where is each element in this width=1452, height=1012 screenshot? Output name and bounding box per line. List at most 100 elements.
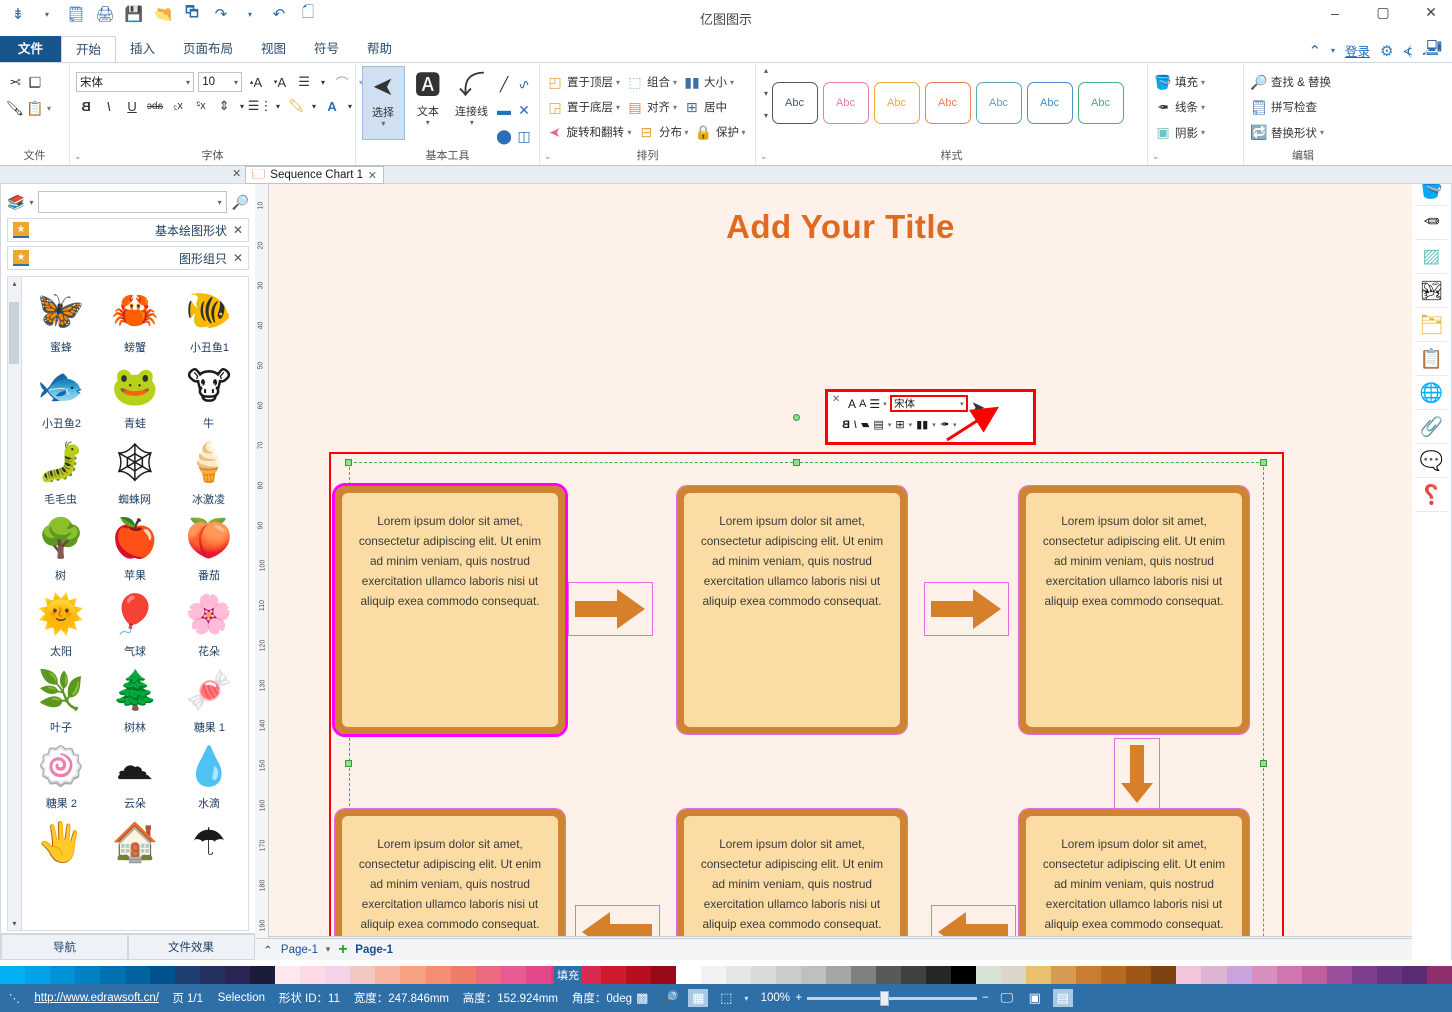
center-button[interactable]: ⊞ 居中 xyxy=(683,95,727,119)
line-style-icon[interactable]: ✏ xyxy=(1415,206,1448,240)
scroll-thumb[interactable] xyxy=(9,302,20,364)
palette-swatch[interactable] xyxy=(801,966,827,984)
palette-swatch[interactable] xyxy=(1101,966,1127,984)
connector-arrow-down[interactable] xyxy=(1114,738,1160,810)
library-close-icon[interactable]: ✕ xyxy=(233,223,243,237)
rectangle-shape-tool[interactable]: ▬ xyxy=(495,98,513,122)
symbol-item[interactable]: 🎈 气球 xyxy=(98,585,172,661)
palette-swatch[interactable] xyxy=(75,966,101,984)
page-title[interactable]: Add Your Title xyxy=(269,208,1412,246)
ribbon-collapse-icon[interactable]: ⌃ xyxy=(1308,42,1321,60)
palette-swatch[interactable] xyxy=(475,966,501,984)
underline-icon[interactable]: U xyxy=(122,96,142,116)
selection-handle[interactable] xyxy=(1260,760,1267,767)
palette-swatch[interactable] xyxy=(525,966,551,984)
palette-swatch[interactable] xyxy=(125,966,151,984)
styles-dialog-launcher[interactable]: ⌄ xyxy=(760,151,768,162)
options-gear-icon[interactable]: ⚙ xyxy=(1380,42,1393,60)
grid-button[interactable]: ▩ xyxy=(632,989,652,1007)
bold-icon[interactable]: B xyxy=(76,96,96,116)
palette-swatch[interactable] xyxy=(675,966,701,984)
library-shape-group[interactable]: ★ 图形组只 ✕ xyxy=(7,246,249,270)
open-icon[interactable]: 📂 xyxy=(153,4,173,24)
superscript-icon[interactable]: x² xyxy=(191,96,211,116)
fit-width-button[interactable]: ▦ xyxy=(688,989,709,1007)
palette-swatch[interactable] xyxy=(1401,966,1427,984)
palette-swatch[interactable] xyxy=(1376,966,1402,984)
process-card[interactable]: Lorem ipsum dolor sit amet, consectetur … xyxy=(676,485,908,735)
page-dropdown-icon[interactable]: ▾ xyxy=(326,944,331,955)
undo-dropdown-icon[interactable]: ▾ xyxy=(240,4,260,24)
text-highlight-icon[interactable]: 🖍 xyxy=(286,96,306,116)
mini-size-icon[interactable]: ▮▮ xyxy=(916,418,928,431)
palette-swatch[interactable] xyxy=(1326,966,1352,984)
save-icon[interactable]: 💾 xyxy=(124,4,144,24)
symbol-search-input[interactable]: ▾ xyxy=(38,191,227,213)
share-icon[interactable]: ⦔ xyxy=(1404,42,1412,59)
library-close-icon[interactable]: ✕ xyxy=(233,251,243,265)
connector-arrow-left[interactable] xyxy=(568,582,653,636)
connector-tool[interactable]: ⤵ 连接线 ▾ xyxy=(451,66,493,140)
drawing-page[interactable]: Add Your Title Lorem ipsum dolor sit ame… xyxy=(269,180,1412,960)
attachment-icon[interactable]: 📎 xyxy=(1415,410,1448,444)
document-tab-close-icon[interactable]: ✕ xyxy=(368,169,377,182)
symbol-item[interactable]: 🌿 叶子 xyxy=(24,661,98,737)
palette-swatch[interactable] xyxy=(1051,966,1077,984)
style-gallery[interactable]: Abc Abc Abc Abc Abc Abc Abc xyxy=(772,66,1125,140)
symbol-item[interactable]: 🐸 青蛙 xyxy=(98,357,172,433)
canvas-area[interactable]: 2902802702602502402302202102001901801701… xyxy=(255,166,1412,960)
symbol-item[interactable]: 🐟 小丑鱼2 xyxy=(24,357,98,433)
palette-swatch[interactable] xyxy=(625,966,651,984)
help-icon[interactable]: ❓ xyxy=(1415,478,1448,512)
tab-file-effects[interactable]: 文件效果 xyxy=(128,934,255,960)
align-icon[interactable]: ☰ xyxy=(294,72,314,92)
presentation-view-button[interactable]: 🖵 xyxy=(997,989,1017,1007)
ellipse-shape-tool[interactable]: ⬤ xyxy=(495,124,513,148)
align-dropdown-icon[interactable]: ▾ xyxy=(318,72,328,92)
tab-insert[interactable]: 插入 xyxy=(116,36,169,62)
page-nav-icon[interactable]: ⌃ xyxy=(263,943,273,957)
mini-bold-button[interactable]: B xyxy=(842,419,850,431)
tab-navigation[interactable]: 导航 xyxy=(1,934,128,960)
connector-arrow-left[interactable] xyxy=(924,582,1009,636)
palette-swatch[interactable] xyxy=(1426,966,1452,984)
document-tab[interactable]: 🗔 Sequence Chart 1 ✕ xyxy=(245,166,384,184)
line-shape-tool[interactable]: ╲ xyxy=(495,72,513,96)
select-tool[interactable]: ➤ 选择 ▾ xyxy=(362,66,405,140)
style-swatch-1[interactable]: Abc xyxy=(772,82,819,124)
export-icon[interactable]: 🗗 xyxy=(182,4,202,24)
mini-bold-icon[interactable]: A xyxy=(848,397,856,411)
arrange-dialog-launcher[interactable]: ⌄ xyxy=(544,151,552,162)
print-preview-icon[interactable]: 🗒 xyxy=(66,4,86,24)
palette-swatch[interactable] xyxy=(926,966,952,984)
layers-icon[interactable]: 🗂 xyxy=(1415,308,1448,342)
curve-shape-tool[interactable]: ∿ xyxy=(515,72,533,96)
mini-fill-icon[interactable]: ▰ xyxy=(861,418,869,431)
symbol-item[interactable]: ☂ xyxy=(172,813,246,873)
style-swatch-6[interactable]: Abc xyxy=(1027,82,1074,124)
symbol-panel-tabs[interactable]: 导航 文件效果 xyxy=(1,933,255,960)
status-url[interactable]: http://www.edrawsoft.cn/ xyxy=(34,992,159,1004)
palette-swatch[interactable] xyxy=(150,966,176,984)
customize-qat-dropdown-icon[interactable]: ▾ xyxy=(37,4,57,24)
symbol-item[interactable]: 🏠 xyxy=(98,813,172,873)
group-button[interactable]: ⬚ 组合 ▾ xyxy=(626,70,677,94)
palette-swatch[interactable] xyxy=(1176,966,1202,984)
palette-swatch[interactable] xyxy=(200,966,226,984)
left-quick-tools[interactable]: 🖳 ⦔ ⚙ 登录 ▾ ⌃ xyxy=(1308,38,1442,63)
palette-swatch[interactable] xyxy=(1251,966,1277,984)
bullets-dropdown-icon[interactable]: ▾ xyxy=(273,96,283,116)
symbol-item[interactable]: 🍎 苹果 xyxy=(98,509,172,585)
search-icon[interactable]: 🔍 xyxy=(232,194,249,211)
page-tab-active[interactable]: Page-1 xyxy=(281,944,318,956)
scroll-up-icon[interactable]: ▴ xyxy=(13,279,17,288)
style-swatch-2[interactable]: Abc xyxy=(823,82,870,124)
ribbon-tabs[interactable]: 帮助 符号 视图 页面布局 插入 开始 文件 xyxy=(0,36,406,62)
protect-button[interactable]: 🔒 保护 ▾ xyxy=(695,120,746,144)
palette-swatch[interactable] xyxy=(1351,966,1377,984)
palette-swatch[interactable] xyxy=(325,966,351,984)
gallery-more-icon[interactable]: ▾ xyxy=(764,111,768,120)
style-swatch-7[interactable]: Abc xyxy=(1078,82,1125,124)
rotation-handle[interactable] xyxy=(793,414,800,421)
palette-swatch[interactable] xyxy=(976,966,1002,984)
